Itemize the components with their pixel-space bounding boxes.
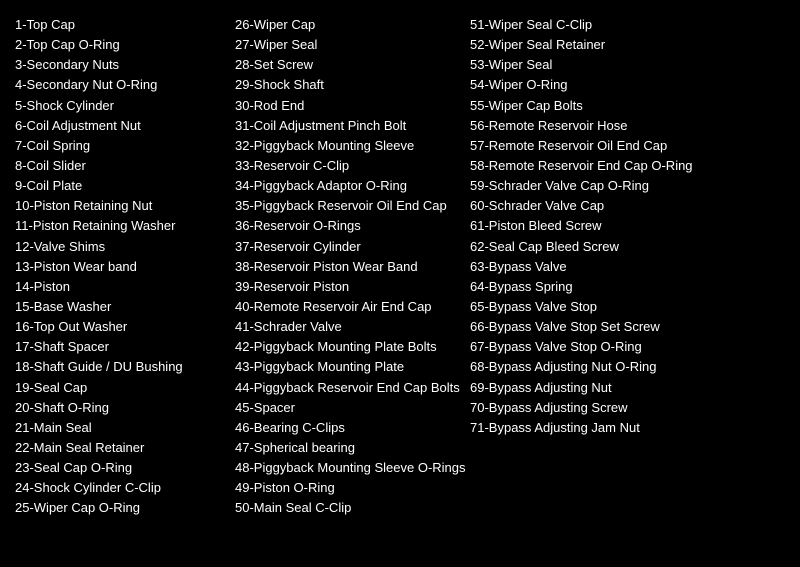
list-item: 7-Coil Spring (15, 136, 225, 156)
list-item: 11-Piston Retaining Washer (15, 216, 225, 236)
list-item: 8-Coil Slider (15, 156, 225, 176)
list-item: 12-Valve Shims (15, 237, 225, 257)
list-item: 20-Shaft O-Ring (15, 398, 225, 418)
list-item: 23-Seal Cap O-Ring (15, 458, 225, 478)
list-item: 42-Piggyback Mounting Plate Bolts (235, 337, 460, 357)
list-item: 65-Bypass Valve Stop (470, 297, 705, 317)
list-item: 32-Piggyback Mounting Sleeve (235, 136, 460, 156)
list-item: 49-Piston O-Ring (235, 478, 460, 498)
list-item: 14-Piston (15, 277, 225, 297)
list-item: 16-Top Out Washer (15, 317, 225, 337)
list-item: 28-Set Screw (235, 55, 460, 75)
list-item: 2-Top Cap O-Ring (15, 35, 225, 55)
list-item: 48-Piggyback Mounting Sleeve O-Rings (235, 458, 460, 478)
list-item: 4-Secondary Nut O-Ring (15, 75, 225, 95)
list-item: 34-Piggyback Adaptor O-Ring (235, 176, 460, 196)
list-item: 54-Wiper O-Ring (470, 75, 705, 95)
list-item: 64-Bypass Spring (470, 277, 705, 297)
list-item: 15-Base Washer (15, 297, 225, 317)
list-item: 58-Remote Reservoir End Cap O-Ring (470, 156, 705, 176)
list-item: 36-Reservoir O-Rings (235, 216, 460, 236)
column-2: 26-Wiper Cap27-Wiper Seal28-Set Screw29-… (235, 15, 470, 519)
list-item: 38-Reservoir Piston Wear Band (235, 257, 460, 277)
parts-list: 1-Top Cap2-Top Cap O-Ring3-Secondary Nut… (15, 10, 785, 519)
list-item: 43-Piggyback Mounting Plate (235, 357, 460, 377)
column-3: 51-Wiper Seal C-Clip52-Wiper Seal Retain… (470, 15, 715, 519)
list-item: 70-Bypass Adjusting Screw (470, 398, 705, 418)
list-item: 18-Shaft Guide / DU Bushing (15, 357, 225, 377)
list-item: 50-Main Seal C-Clip (235, 498, 460, 518)
list-item: 52-Wiper Seal Retainer (470, 35, 705, 55)
list-item: 31-Coil Adjustment Pinch Bolt (235, 116, 460, 136)
list-item: 59-Schrader Valve Cap O-Ring (470, 176, 705, 196)
list-item: 35-Piggyback Reservoir Oil End Cap (235, 196, 460, 216)
list-item: 69-Bypass Adjusting Nut (470, 378, 705, 398)
list-item: 45-Spacer (235, 398, 460, 418)
list-item: 3-Secondary Nuts (15, 55, 225, 75)
list-item: 51-Wiper Seal C-Clip (470, 15, 705, 35)
list-item: 53-Wiper Seal (470, 55, 705, 75)
list-item: 61-Piston Bleed Screw (470, 216, 705, 236)
list-item: 56-Remote Reservoir Hose (470, 116, 705, 136)
list-item: 63-Bypass Valve (470, 257, 705, 277)
list-item: 68-Bypass Adjusting Nut O-Ring (470, 357, 705, 377)
list-item: 27-Wiper Seal (235, 35, 460, 55)
list-item: 29-Shock Shaft (235, 75, 460, 95)
list-item: 44-Piggyback Reservoir End Cap Bolts (235, 378, 460, 398)
list-item: 33-Reservoir C-Clip (235, 156, 460, 176)
column-1: 1-Top Cap2-Top Cap O-Ring3-Secondary Nut… (15, 15, 235, 519)
list-item: 71-Bypass Adjusting Jam Nut (470, 418, 705, 438)
list-item: 17-Shaft Spacer (15, 337, 225, 357)
list-item: 26-Wiper Cap (235, 15, 460, 35)
list-item: 10-Piston Retaining Nut (15, 196, 225, 216)
list-item: 13-Piston Wear band (15, 257, 225, 277)
list-item: 62-Seal Cap Bleed Screw (470, 237, 705, 257)
list-item: 9-Coil Plate (15, 176, 225, 196)
list-item: 24-Shock Cylinder C-Clip (15, 478, 225, 498)
list-item: 1-Top Cap (15, 15, 225, 35)
list-item: 39-Reservoir Piston (235, 277, 460, 297)
list-item: 40-Remote Reservoir Air End Cap (235, 297, 460, 317)
list-item: 21-Main Seal (15, 418, 225, 438)
list-item: 5-Shock Cylinder (15, 96, 225, 116)
list-item: 6-Coil Adjustment Nut (15, 116, 225, 136)
list-item: 55-Wiper Cap Bolts (470, 96, 705, 116)
list-item: 66-Bypass Valve Stop Set Screw (470, 317, 705, 337)
list-item: 37-Reservoir Cylinder (235, 237, 460, 257)
list-item: 41-Schrader Valve (235, 317, 460, 337)
list-item: 67-Bypass Valve Stop O-Ring (470, 337, 705, 357)
list-item: 19-Seal Cap (15, 378, 225, 398)
list-item: 46-Bearing C-Clips (235, 418, 460, 438)
list-item: 22-Main Seal Retainer (15, 438, 225, 458)
list-item: 25-Wiper Cap O-Ring (15, 498, 225, 518)
list-item: 57-Remote Reservoir Oil End Cap (470, 136, 705, 156)
list-item: 60-Schrader Valve Cap (470, 196, 705, 216)
list-item: 47-Spherical bearing (235, 438, 460, 458)
list-item: 30-Rod End (235, 96, 460, 116)
